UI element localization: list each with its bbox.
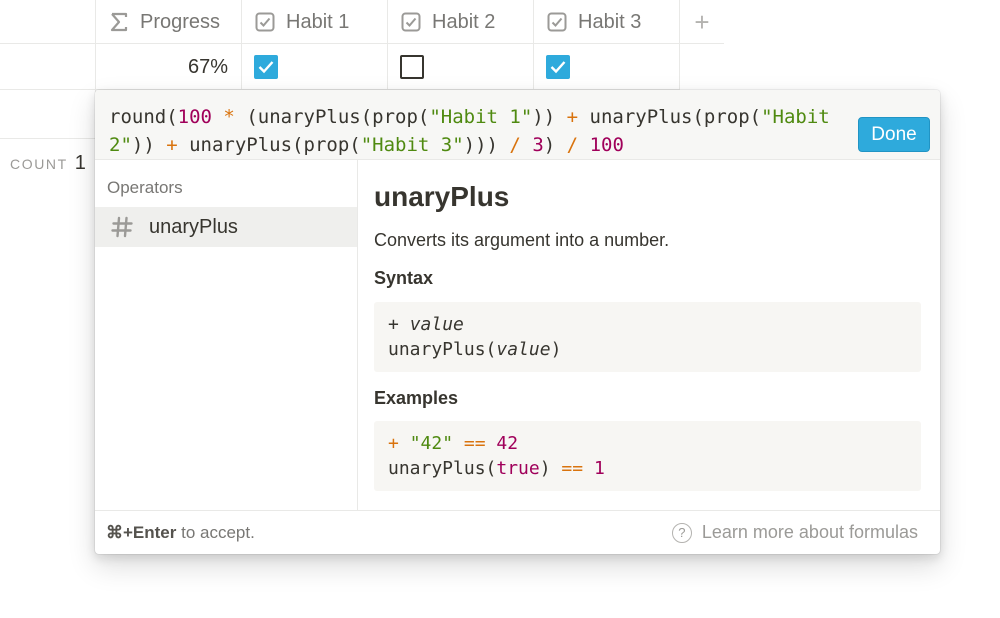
code-token: + xyxy=(566,106,579,128)
question-circle-icon: ? xyxy=(671,522,692,543)
code-token: "42" xyxy=(409,433,454,454)
hint-text: to accept. xyxy=(176,522,255,542)
done-button[interactable]: Done xyxy=(858,117,930,152)
code-token: 100 xyxy=(177,106,212,128)
formula-popup: round(100 * (unaryPlus(prop("Habit 1")) … xyxy=(95,90,940,554)
code-token: unaryPlus( xyxy=(388,458,497,479)
count-label: COUNT xyxy=(10,156,68,172)
habit-1-checkbox[interactable] xyxy=(254,55,278,79)
code-token: / xyxy=(509,134,521,156)
code-token: unaryPlus(prop( xyxy=(578,106,762,128)
column-header-habit-3[interactable]: Habit 3 xyxy=(533,0,679,44)
shortcut-key: ⌘+Enter xyxy=(106,522,177,542)
table-header: Progress Habit 1 Habit 2 Habit 3 + xyxy=(0,0,724,44)
table-row: 67% xyxy=(0,44,679,90)
examples-heading: Examples xyxy=(374,388,459,408)
code-token: ) xyxy=(543,134,567,156)
accept-hint: ⌘+Enter to accept. xyxy=(106,523,255,543)
code-token: ) xyxy=(539,458,562,479)
code-line: + value xyxy=(388,312,907,337)
function-list: Operators unaryPlus xyxy=(95,160,358,510)
habit-1-cell xyxy=(241,44,387,90)
column-divider xyxy=(679,44,680,90)
plus-icon: + xyxy=(694,7,710,37)
progress-value: 67% xyxy=(187,55,228,78)
habit-3-checkbox[interactable] xyxy=(546,55,570,79)
code-line: unaryPlus(true) == 1 xyxy=(388,456,907,481)
function-title: unaryPlus xyxy=(374,181,510,212)
code-line: unaryPlus(value) xyxy=(388,337,907,362)
hash-icon xyxy=(111,216,133,238)
add-column-button[interactable]: + xyxy=(679,0,724,44)
code-token: ) xyxy=(550,339,562,360)
code-token: round( xyxy=(109,106,178,128)
code-token: + xyxy=(388,433,399,454)
progress-cell[interactable]: 67% xyxy=(95,44,241,90)
popup-footer: ⌘+Enter to accept. ? Learn more about fo… xyxy=(95,510,940,554)
code-token: 42 xyxy=(496,433,519,454)
syntax-heading: Syntax xyxy=(374,268,434,288)
sigma-icon xyxy=(108,11,130,33)
checkbox-icon xyxy=(400,11,422,33)
formula-input[interactable]: round(100 * (unaryPlus(prop("Habit 1")) … xyxy=(109,103,849,159)
code-token: + xyxy=(388,314,410,335)
code-token: unaryPlus( xyxy=(388,339,497,360)
learn-more-link[interactable]: ? Learn more about formulas xyxy=(671,522,918,543)
code-token: 3 xyxy=(532,134,544,156)
column-header-label: Habit 2 xyxy=(432,10,496,33)
checkbox-icon xyxy=(254,11,276,33)
function-detail: unaryPlus Converts its argument into a n… xyxy=(359,160,940,510)
code-token: unaryPlus(prop( xyxy=(177,134,361,156)
function-item-label: unaryPlus xyxy=(149,215,238,238)
row-divider xyxy=(0,138,96,139)
column-header-progress[interactable]: Progress xyxy=(95,0,241,44)
code-token: ))) xyxy=(463,134,510,156)
code-token: true xyxy=(496,458,540,479)
code-token: / xyxy=(566,134,579,156)
checkbox-icon xyxy=(546,11,568,33)
code-token: 100 xyxy=(589,134,624,156)
code-token: 1 xyxy=(593,458,605,479)
column-header-label: Habit 1 xyxy=(286,10,350,33)
column-header-habit-2[interactable]: Habit 2 xyxy=(387,0,533,44)
column-header-habit-1[interactable]: Habit 1 xyxy=(241,0,387,44)
code-line: + "42" == 42 xyxy=(388,431,907,456)
code-token: == xyxy=(463,433,486,454)
count-value: 1 xyxy=(74,152,86,174)
column-header-label: Progress xyxy=(140,10,221,33)
learn-more-label: Learn more about formulas xyxy=(701,522,918,542)
syntax-code-block: + value unaryPlus(value) xyxy=(374,302,921,372)
code-token: value xyxy=(409,314,464,335)
formula-editor[interactable]: round(100 * (unaryPlus(prop("Habit 1")) … xyxy=(95,90,940,160)
function-description: Converts its argument into a number. xyxy=(374,230,670,250)
code-token: * xyxy=(223,106,235,128)
count-aggregate[interactable]: COUNT 1 xyxy=(10,152,86,175)
examples-code-block: + "42" == 42 unaryPlus(true) == 1 xyxy=(374,421,921,491)
habit-3-cell xyxy=(533,44,679,90)
code-token: (unaryPlus(prop( xyxy=(234,106,430,128)
code-token: + xyxy=(166,134,178,156)
code-token: value xyxy=(496,339,551,360)
code-token: )) xyxy=(532,106,567,128)
code-token: )) xyxy=(131,134,167,156)
column-header-label: Habit 3 xyxy=(578,10,642,33)
operators-heading: Operators xyxy=(107,178,183,197)
habit-2-checkbox[interactable] xyxy=(400,55,424,79)
habit-2-cell xyxy=(387,44,533,90)
code-token: == xyxy=(561,458,584,479)
code-token: "Habit 3" xyxy=(360,134,464,156)
function-item-unaryplus[interactable]: unaryPlus xyxy=(95,207,357,247)
code-token: "Habit 1" xyxy=(429,106,533,128)
